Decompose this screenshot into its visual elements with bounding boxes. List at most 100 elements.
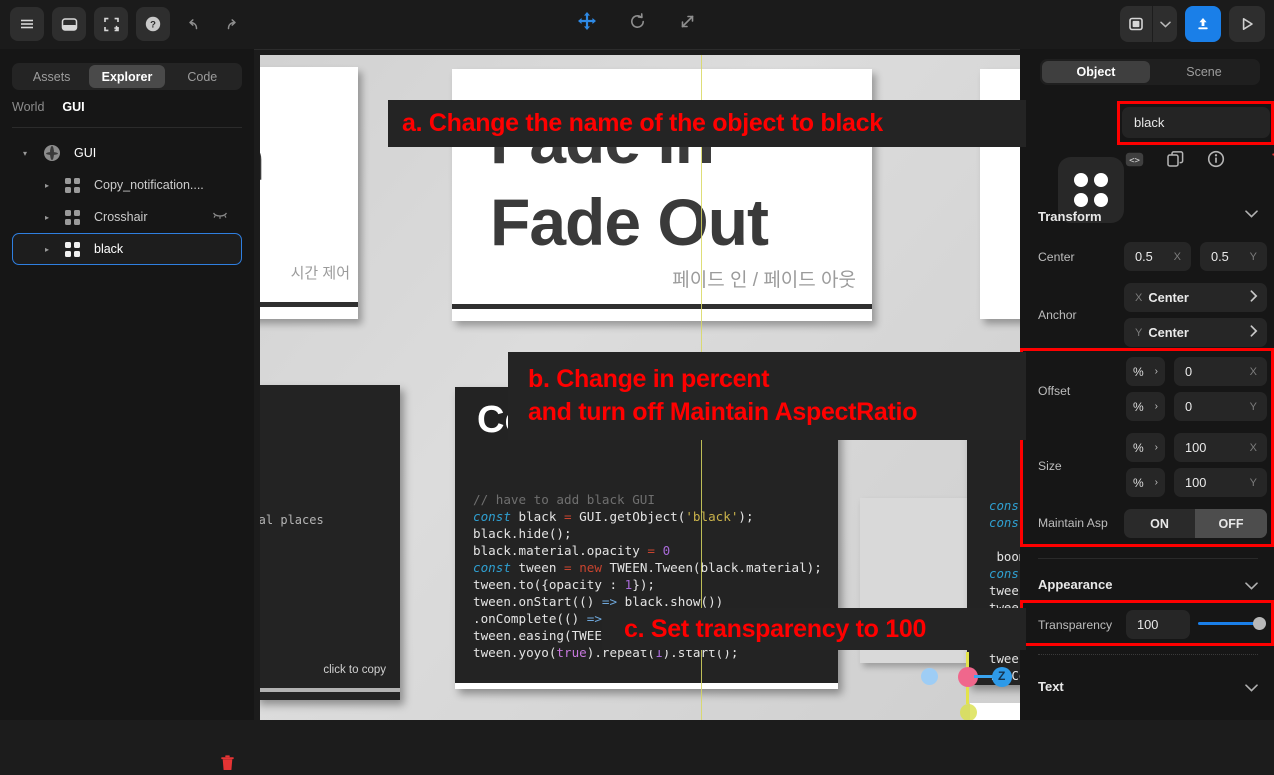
axis-label-x: X (1173, 250, 1181, 263)
scene-card-decimal-text: cimal places (260, 513, 324, 527)
breadcrumb-world[interactable]: World (12, 100, 44, 114)
transparency-slider[interactable] (1198, 616, 1266, 630)
axis-label-x: X (1249, 441, 1257, 454)
object-name-highlight (1117, 101, 1274, 145)
scene-card-left-bar (260, 302, 358, 307)
anchor-x-select[interactable]: X Center (1124, 283, 1267, 312)
object-icon (65, 209, 80, 225)
chevron-right-icon: › (1154, 401, 1158, 412)
scene-card-left-footer (260, 312, 358, 319)
scene-card-center-bar (452, 304, 872, 309)
tree-item-gui[interactable]: ▾ GUI (12, 137, 242, 169)
offset-x-value: 0 (1185, 364, 1193, 379)
tree-item-copy-notification[interactable]: ▸ Copy_notification.... (12, 169, 242, 201)
axis-label-y: Y (1135, 326, 1143, 339)
maintain-aspect-on-option[interactable]: ON (1124, 509, 1195, 538)
info-icon[interactable] (1207, 150, 1225, 168)
breadcrumb-gui[interactable]: GUI (62, 100, 84, 114)
axis-label-y: Y (1249, 400, 1257, 413)
offset-y-unit: % (1133, 399, 1144, 414)
size-x-value: 100 (1185, 440, 1207, 455)
scene-card-click-to-copy[interactable]: click to copy (323, 664, 386, 676)
tree-item-crosshair[interactable]: ▸ Crosshair (12, 201, 242, 233)
center-x-input[interactable]: 0.5 X (1124, 242, 1191, 271)
slider-knob[interactable] (1253, 616, 1266, 630)
offset-y-input[interactable]: 0 Y (1174, 392, 1267, 421)
label-anchor: Anchor (1038, 308, 1077, 322)
duplicate-icon[interactable] (1167, 150, 1184, 168)
label-center: Center (1038, 250, 1075, 264)
transform-tools-group (0, 8, 1274, 34)
section-title-appearance: Appearance (1038, 577, 1113, 592)
layout-icon[interactable] (1120, 6, 1152, 42)
chevron-down-icon[interactable] (1152, 6, 1177, 42)
annotation-b-line1: b. Change in percent (528, 365, 770, 393)
object-icon (65, 177, 80, 193)
tab-scene[interactable]: Scene (1150, 61, 1258, 83)
twisty-icon[interactable]: ▾ (16, 149, 34, 158)
chevron-down-icon[interactable] (1245, 209, 1258, 221)
chevron-right-icon: › (1154, 442, 1158, 453)
inspector-divider-2 (1038, 558, 1258, 559)
chevron-right-icon[interactable] (1250, 325, 1258, 340)
scale-tool-icon[interactable] (674, 8, 700, 34)
object-icon (65, 241, 80, 257)
section-title-text: Text (1038, 679, 1064, 694)
size-y-unit-select[interactable]: % › (1126, 468, 1165, 497)
tree-item-label: Crosshair (94, 210, 148, 224)
size-y-input[interactable]: 100 Y (1174, 468, 1267, 497)
offset-y-unit-select[interactable]: % › (1126, 392, 1165, 421)
center-x-value: 0.5 (1135, 249, 1153, 264)
tab-code[interactable]: Code (165, 65, 240, 88)
tab-object[interactable]: Object (1042, 61, 1150, 83)
scene-card-center-korean: 페이드 인 / 페이드 아웃 (672, 270, 856, 291)
layout-split-button[interactable] (1120, 6, 1177, 42)
size-x-unit-select[interactable]: % › (1126, 433, 1165, 462)
annotation-c: c. Set transparency to 100 (602, 608, 1026, 650)
chevron-right-icon[interactable] (1250, 290, 1258, 305)
offset-x-input[interactable]: 0 X (1174, 357, 1267, 386)
app-root: ? Assets Explorer Code World GUI ▾ GUI ▸… (0, 0, 1274, 770)
tree-item-label: black (94, 242, 124, 256)
annotation-b-line2: and turn off Maintain AspectRatio (528, 398, 918, 426)
move-tool-icon[interactable] (574, 8, 600, 34)
play-button[interactable] (1229, 6, 1265, 42)
center-y-input[interactable]: 0.5 Y (1200, 242, 1267, 271)
maintain-aspect-off-option[interactable]: OFF (1195, 509, 1267, 538)
anchor-x-value: Center (1148, 290, 1189, 305)
left-panel-tabs: Assets Explorer Code (12, 63, 242, 90)
gizmo-handle-yellow[interactable] (960, 704, 977, 720)
label-offset: Offset (1038, 384, 1071, 398)
size-y-value: 100 (1185, 475, 1207, 490)
gizmo-handle-blue-outer[interactable] (921, 668, 938, 685)
anchor-y-value: Center (1148, 325, 1189, 340)
annotation-a: a. Change the name of the object to blac… (388, 100, 1026, 147)
tab-assets[interactable]: Assets (14, 65, 89, 88)
maintain-aspect-ratio-toggle[interactable]: ON OFF (1124, 509, 1267, 538)
delete-icon[interactable] (220, 755, 235, 775)
chevron-down-icon[interactable] (1245, 679, 1258, 697)
object-action-icons: <> (1125, 150, 1274, 168)
code-icon[interactable]: <> (1125, 152, 1144, 167)
annotation-b: b. Change in percent and turn off Mainta… (508, 352, 1026, 440)
inspector-divider-3 (1038, 654, 1258, 655)
transparency-input[interactable]: 100 (1126, 610, 1190, 639)
eye-closed-icon[interactable] (212, 211, 228, 223)
rotate-tool-icon[interactable] (624, 8, 650, 34)
anchor-y-select[interactable]: Y Center (1124, 318, 1267, 347)
twisty-icon[interactable]: ▸ (38, 181, 56, 190)
transform-gizmo[interactable]: Z (910, 652, 1020, 720)
size-x-input[interactable]: 100 X (1174, 433, 1267, 462)
tree-item-black[interactable]: ▸ black (12, 233, 242, 265)
offset-x-unit-select[interactable]: % › (1126, 357, 1165, 386)
size-x-unit: % (1133, 440, 1144, 455)
twisty-icon[interactable]: ▸ (38, 213, 56, 222)
toolbar-right-group (1120, 6, 1265, 42)
scene-card-left-korean: 시간 제어 (290, 265, 350, 282)
section-title-transform: Transform (1038, 209, 1102, 224)
publish-button[interactable] (1185, 6, 1221, 42)
twisty-icon[interactable]: ▸ (38, 245, 56, 254)
chevron-down-icon[interactable] (1245, 577, 1258, 595)
tab-explorer[interactable]: Explorer (89, 65, 165, 88)
size-y-unit: % (1133, 475, 1144, 490)
